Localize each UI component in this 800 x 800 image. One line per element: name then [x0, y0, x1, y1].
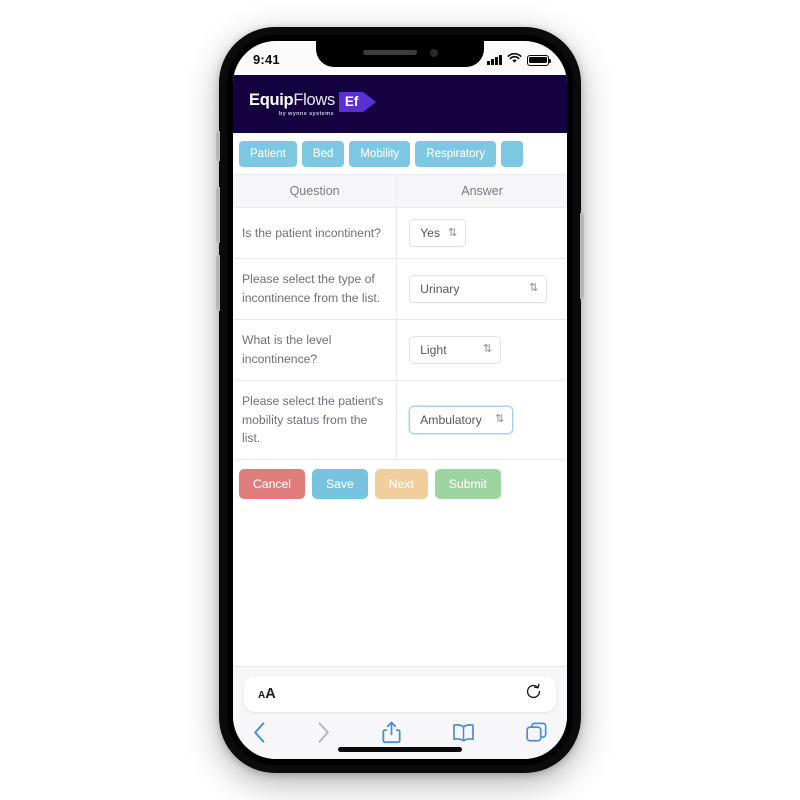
logo-wordmark: Equip Flows by wynne systems: [249, 91, 335, 117]
form-action-buttons: Cancel Save Next Submit: [233, 460, 567, 500]
question-cell: Please select the patient's mobility sta…: [233, 380, 398, 461]
question-text: Please select the type of incontinence f…: [242, 272, 381, 305]
chevron-updown-icon: ⇅: [528, 282, 539, 295]
question-cell: Is the patient incontinent?: [233, 207, 398, 259]
logo-badge-group: Ef: [338, 92, 377, 112]
screenshot-stage: 9:41 Equip Flows by wynne systems Ef Pat…: [0, 0, 800, 800]
tab-respiratory[interactable]: Respiratory: [415, 141, 497, 167]
tab-respiratory-label: Respiratory: [426, 148, 486, 160]
earpiece-speaker: [362, 50, 417, 55]
tab-overflow-partial[interactable]: [501, 141, 524, 167]
cellular-signal-icon: [487, 55, 502, 65]
power-button[interactable]: [580, 213, 584, 299]
phone-screen: 9:41 Equip Flows by wynne systems Ef Pat…: [233, 41, 567, 759]
bookmarks-icon[interactable]: [452, 723, 475, 742]
table-header-row: Question Answer: [233, 174, 567, 208]
chevron-updown-icon: ⇅: [482, 343, 493, 356]
phone-frame: 9:41 Equip Flows by wynne systems Ef Pat…: [216, 27, 584, 773]
select-mobility-status-value: Ambulatory: [420, 412, 482, 427]
column-header-answer: Answer: [396, 174, 567, 208]
question-cell: What is the level incontinence?: [233, 319, 398, 381]
app-header: Equip Flows by wynne systems Ef: [233, 75, 567, 133]
volume-down-button[interactable]: [216, 255, 220, 311]
safari-bottom-bar: A A: [233, 666, 567, 759]
address-bar[interactable]: A A: [244, 676, 556, 712]
questionnaire-table: Question Answer Is the patient incontine…: [233, 174, 567, 461]
forward-chevron-icon[interactable]: [317, 722, 330, 743]
table-row: Please select the patient's mobility sta…: [233, 380, 567, 461]
submit-button[interactable]: Submit: [434, 469, 501, 500]
category-tab-strip[interactable]: Patient Bed Mobility Respiratory: [233, 133, 567, 174]
text-size-large-a: A: [265, 686, 276, 702]
silence-switch-button[interactable]: [216, 131, 220, 161]
home-indicator: [338, 747, 462, 752]
select-incontinence-type-value: Urinary: [420, 281, 460, 296]
question-text: Please select the patient's mobility sta…: [242, 393, 384, 446]
answer-cell: Light ⇅: [396, 319, 567, 381]
chevron-updown-icon: ⇅: [448, 226, 458, 239]
tabs-icon[interactable]: [526, 722, 547, 743]
select-incontinence-level[interactable]: Light ⇅: [409, 335, 502, 364]
status-indicators: [487, 51, 552, 69]
logo-flows-text: Flows: [293, 91, 335, 109]
reload-icon[interactable]: [525, 683, 542, 705]
column-header-question: Question: [233, 174, 398, 208]
wifi-icon: [507, 51, 522, 69]
logo-arrow-icon: [363, 92, 377, 112]
select-incontinent[interactable]: Yes ⇅: [409, 219, 467, 247]
select-incontinent-value: Yes: [420, 226, 441, 240]
text-size-icon[interactable]: A A: [258, 686, 276, 702]
select-incontinence-type[interactable]: Urinary ⇅: [409, 274, 548, 303]
table-row: Please select the type of incontinence f…: [233, 258, 567, 320]
select-incontinence-level-value: Light: [420, 342, 447, 357]
share-icon[interactable]: [381, 721, 401, 744]
table-row: Is the patient incontinent? Yes ⇅: [233, 207, 567, 259]
logo-badge-text: Ef: [338, 92, 364, 112]
logo-name: Equip Flows: [249, 91, 335, 110]
back-chevron-icon[interactable]: [253, 722, 266, 743]
next-button[interactable]: Next: [374, 469, 428, 500]
select-mobility-status[interactable]: Ambulatory ⇅: [409, 405, 514, 434]
answer-cell: Urinary ⇅: [396, 258, 567, 320]
tab-bed[interactable]: Bed: [301, 141, 345, 167]
safari-toolbar: [244, 712, 556, 744]
cancel-button[interactable]: Cancel: [239, 469, 305, 500]
tab-mobility-label: Mobility: [360, 148, 400, 160]
question-text: What is the level incontinence?: [242, 332, 332, 366]
equipflows-logo[interactable]: Equip Flows by wynne systems Ef: [249, 91, 377, 117]
logo-tagline: by wynne systems: [278, 111, 334, 117]
question-cell: Please select the type of incontinence f…: [233, 258, 398, 320]
question-text: Is the patient incontinent?: [242, 225, 381, 240]
chevron-updown-icon: ⇅: [494, 413, 505, 426]
tab-mobility[interactable]: Mobility: [349, 141, 411, 167]
answer-cell: Ambulatory ⇅: [396, 380, 567, 461]
notch: [316, 41, 484, 67]
text-size-small-a: A: [258, 690, 266, 701]
volume-up-button[interactable]: [216, 187, 220, 243]
battery-full-icon: [527, 54, 552, 66]
front-camera: [429, 48, 438, 57]
web-page-content: Patient Bed Mobility Respiratory Questio…: [233, 133, 567, 582]
status-time: 9:41: [253, 52, 280, 67]
tab-patient-label: Patient: [250, 148, 286, 160]
tab-patient[interactable]: Patient: [239, 141, 297, 167]
logo-equip-text: Equip: [249, 91, 294, 109]
answer-cell: Yes ⇅: [396, 207, 567, 259]
table-row: What is the level incontinence? Light ⇅: [233, 319, 567, 381]
save-button[interactable]: Save: [311, 469, 368, 500]
tab-bed-label: Bed: [312, 148, 334, 160]
